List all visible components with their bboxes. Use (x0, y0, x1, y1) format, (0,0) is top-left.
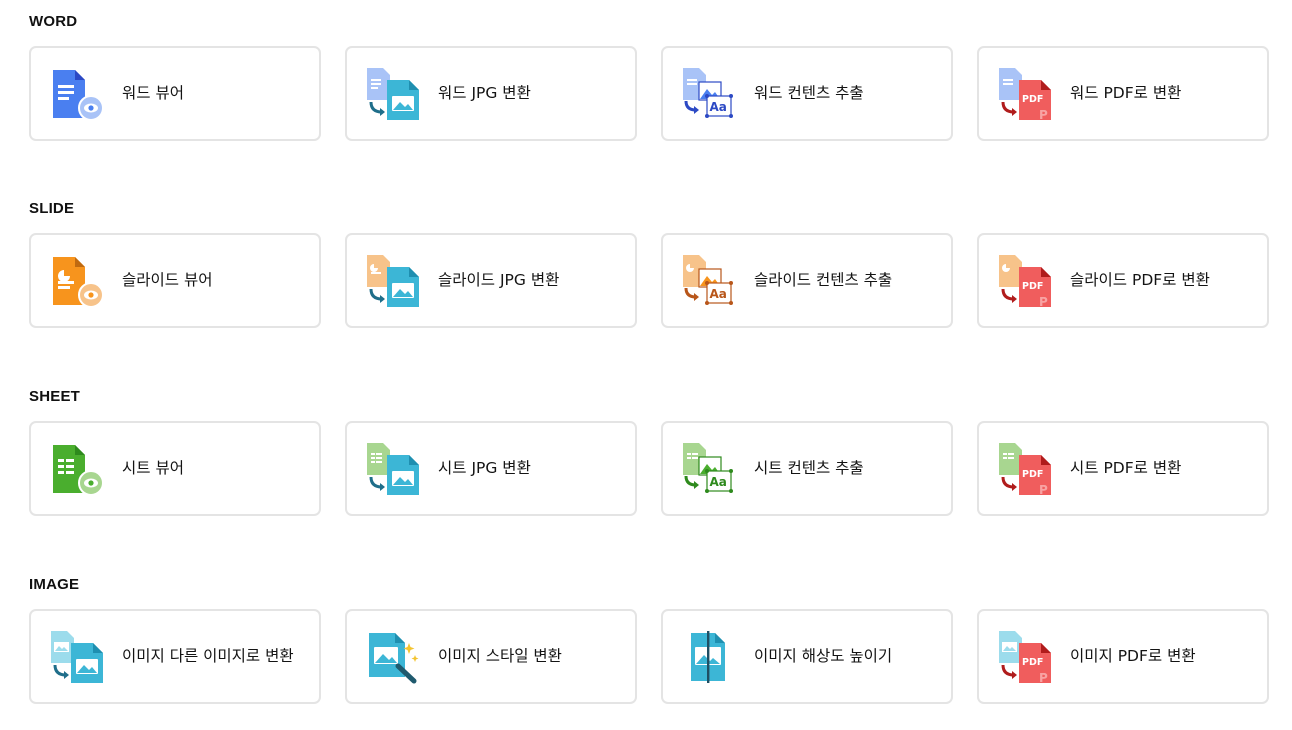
card-label: 이미지 다른 이미지로 변환 (122, 647, 294, 665)
svg-text:Aa: Aa (710, 287, 727, 301)
word-content-extract-icon: Aa (681, 66, 737, 122)
section-word: WORD 워드 뷰어 워드 JPG 변환 Aa 워드 컨텐츠 추출 PDF P … (29, 13, 1269, 141)
card-grid: 워드 뷰어 워드 JPG 변환 Aa 워드 컨텐츠 추출 PDF P 워드 PD… (29, 46, 1269, 141)
image-style-card[interactable]: 이미지 스타일 변환 (345, 609, 637, 704)
card-label: 시트 JPG 변환 (438, 459, 531, 477)
slide-viewer-icon (49, 253, 105, 309)
svg-text:PDF: PDF (1022, 281, 1043, 292)
card-label: 워드 컨텐츠 추출 (754, 84, 864, 102)
svg-text:PDF: PDF (1022, 94, 1043, 105)
card-label: 슬라이드 컨텐츠 추출 (754, 271, 893, 289)
word-to-jpg-icon (365, 66, 421, 122)
card-label: 시트 컨텐츠 추출 (754, 459, 864, 477)
section-slide: SLIDE 슬라이드 뷰어 슬라이드 JPG 변환 Aa 슬라이드 컨텐츠 추출… (29, 200, 1269, 328)
svg-text:PDF: PDF (1022, 657, 1043, 668)
word-to-jpg-card[interactable]: 워드 JPG 변환 (345, 46, 637, 141)
slide-to-jpg-icon (365, 253, 421, 309)
word-viewer-icon (49, 66, 105, 122)
word-content-extract-card[interactable]: Aa 워드 컨텐츠 추출 (661, 46, 953, 141)
image-to-pdf-card[interactable]: PDF P 이미지 PDF로 변환 (977, 609, 1269, 704)
card-grid: 슬라이드 뷰어 슬라이드 JPG 변환 Aa 슬라이드 컨텐츠 추출 PDF P… (29, 233, 1269, 328)
card-grid: 시트 뷰어 시트 JPG 변환 Aa 시트 컨텐츠 추출 PDF P 시트 PD… (29, 421, 1269, 516)
card-label: 슬라이드 뷰어 (122, 271, 213, 289)
sheet-to-jpg-card[interactable]: 시트 JPG 변환 (345, 421, 637, 516)
image-upscale-icon (681, 629, 737, 685)
svg-text:P: P (1039, 295, 1048, 309)
svg-text:P: P (1039, 483, 1048, 497)
card-label: 시트 PDF로 변환 (1070, 459, 1182, 477)
svg-text:Aa: Aa (710, 475, 727, 489)
section-title: IMAGE (29, 576, 80, 593)
sheet-content-extract-icon: Aa (681, 441, 737, 497)
image-style-icon (365, 629, 421, 685)
card-label: 슬라이드 PDF로 변환 (1070, 271, 1210, 289)
svg-text:P: P (1039, 671, 1048, 685)
section-image: IMAGE 이미지 다른 이미지로 변환 이미지 스타일 변환 이미지 해상도 … (29, 576, 1269, 704)
word-to-pdf-icon: PDF P (997, 66, 1053, 122)
svg-text:Aa: Aa (710, 100, 727, 114)
sheet-to-jpg-icon (365, 441, 421, 497)
card-label: 슬라이드 JPG 변환 (438, 271, 560, 289)
section-title: SHEET (29, 388, 81, 405)
section-sheet: SHEET 시트 뷰어 시트 JPG 변환 Aa 시트 컨텐츠 추출 PDF P… (29, 388, 1269, 516)
card-label: 워드 PDF로 변환 (1070, 84, 1182, 102)
slide-to-jpg-card[interactable]: 슬라이드 JPG 변환 (345, 233, 637, 328)
image-upscale-card[interactable]: 이미지 해상도 높이기 (661, 609, 953, 704)
slide-to-pdf-card[interactable]: PDF P 슬라이드 PDF로 변환 (977, 233, 1269, 328)
sheet-content-extract-card[interactable]: Aa 시트 컨텐츠 추출 (661, 421, 953, 516)
card-label: 이미지 스타일 변환 (438, 647, 562, 665)
slide-viewer-card[interactable]: 슬라이드 뷰어 (29, 233, 321, 328)
card-label: 이미지 PDF로 변환 (1070, 647, 1196, 665)
card-label: 워드 뷰어 (122, 84, 184, 102)
section-title: SLIDE (29, 200, 75, 217)
card-grid: 이미지 다른 이미지로 변환 이미지 스타일 변환 이미지 해상도 높이기 PD… (29, 609, 1269, 704)
slide-content-extract-icon: Aa (681, 253, 737, 309)
image-to-pdf-icon: PDF P (997, 629, 1053, 685)
sheet-to-pdf-card[interactable]: PDF P 시트 PDF로 변환 (977, 421, 1269, 516)
slide-to-pdf-icon: PDF P (997, 253, 1053, 309)
image-convert-card[interactable]: 이미지 다른 이미지로 변환 (29, 609, 321, 704)
card-label: 워드 JPG 변환 (438, 84, 531, 102)
svg-text:P: P (1039, 108, 1048, 122)
slide-content-extract-card[interactable]: Aa 슬라이드 컨텐츠 추출 (661, 233, 953, 328)
image-convert-icon (49, 629, 105, 685)
sheet-viewer-card[interactable]: 시트 뷰어 (29, 421, 321, 516)
word-viewer-card[interactable]: 워드 뷰어 (29, 46, 321, 141)
word-to-pdf-card[interactable]: PDF P 워드 PDF로 변환 (977, 46, 1269, 141)
section-title: WORD (29, 13, 78, 30)
sheet-viewer-icon (49, 441, 105, 497)
card-label: 이미지 해상도 높이기 (754, 647, 893, 665)
svg-text:PDF: PDF (1022, 469, 1043, 480)
tool-catalog: WORD 워드 뷰어 워드 JPG 변환 Aa 워드 컨텐츠 추출 PDF P … (0, 0, 1292, 730)
sheet-to-pdf-icon: PDF P (997, 441, 1053, 497)
card-label: 시트 뷰어 (122, 459, 184, 477)
